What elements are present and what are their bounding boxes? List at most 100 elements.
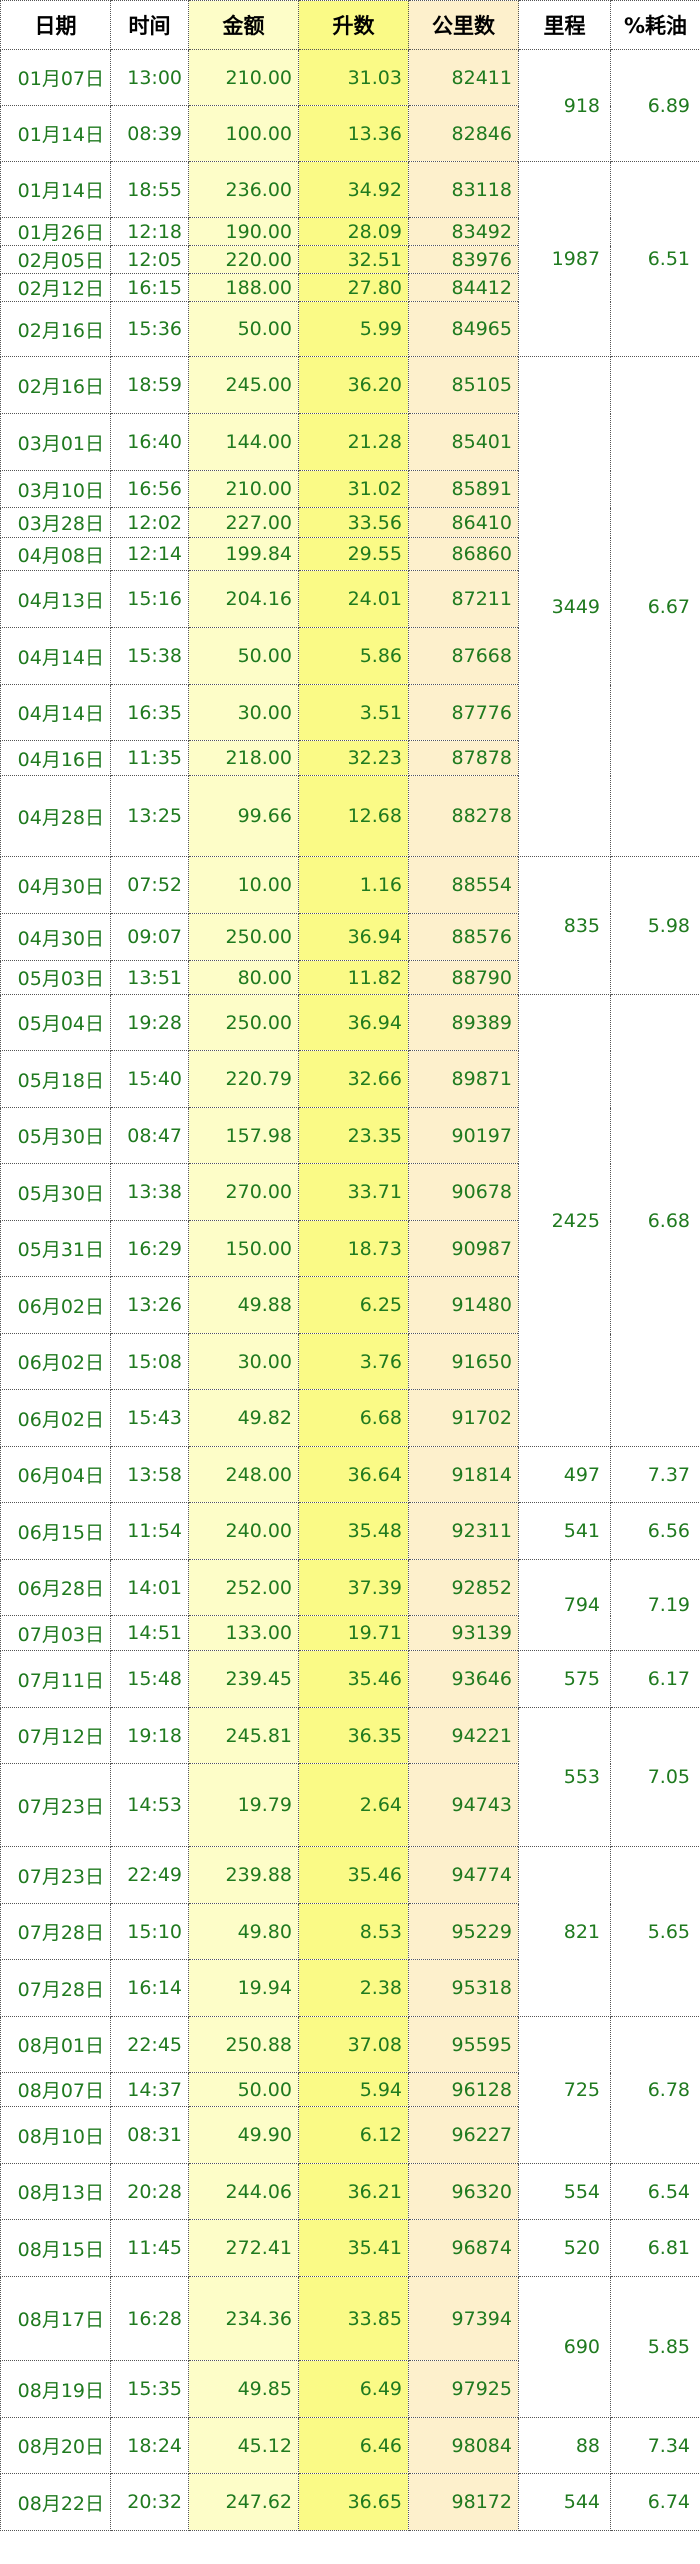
- consumption-cell: 6.68: [610, 994, 700, 1447]
- odometer-cell: 97925: [408, 2360, 519, 2418]
- table-row: 08月15日 11:45 272.41 35.41 96874 520 6.81: [0, 2219, 700, 2277]
- liters-cell: 3.51: [298, 684, 409, 741]
- table-row: 07月12日 19:18 245.81 36.35 94221 553 7.05: [0, 1707, 700, 1847]
- odometer-cell: 91702: [408, 1389, 519, 1447]
- time-cell: 13:58: [110, 1446, 189, 1503]
- header-consumption: %耗油: [610, 0, 700, 50]
- time-cell: 16:15: [110, 273, 189, 302]
- distance-cell: 88: [518, 2417, 611, 2474]
- amount-cell: 50.00: [188, 627, 299, 685]
- odometer-cell: 82846: [408, 105, 519, 162]
- table-row: 06月28日 14:01 252.00 37.39 92852 794 7.19: [0, 1559, 700, 1651]
- odometer-cell: 87668: [408, 627, 519, 685]
- date-cell: 01月07日: [0, 49, 111, 106]
- odometer-cell: 90678: [408, 1163, 519, 1221]
- amount-cell: 272.41: [188, 2219, 299, 2277]
- liters-cell: 8.53: [298, 1903, 409, 1960]
- amount-cell: 239.88: [188, 1846, 299, 1904]
- table-row: 05月04日 19:28 250.00 36.94 89389 2425 6.68: [0, 994, 700, 1447]
- amount-cell: 49.82: [188, 1389, 299, 1447]
- date-cell: 05月30日: [0, 1163, 111, 1221]
- time-cell: 13:00: [110, 49, 189, 106]
- date-cell: 04月14日: [0, 627, 111, 685]
- date-cell: 03月01日: [0, 413, 111, 471]
- amount-cell: 19.94: [188, 1959, 299, 2017]
- time-cell: 18:24: [110, 2417, 189, 2474]
- time-cell: 12:14: [110, 537, 189, 571]
- date-cell: 08月10日: [0, 2106, 111, 2164]
- odometer-cell: 95318: [408, 1959, 519, 2017]
- amount-cell: 190.00: [188, 217, 299, 246]
- liters-cell: 34.92: [298, 161, 409, 218]
- liters-cell: 2.64: [298, 1763, 409, 1847]
- odometer-cell: 98084: [408, 2417, 519, 2474]
- odometer-cell: 96128: [408, 2072, 519, 2107]
- liters-cell: 5.86: [298, 627, 409, 685]
- date-cell: 04月08日: [0, 537, 111, 571]
- liters-cell: 36.94: [298, 913, 409, 961]
- header-distance: 里程: [518, 0, 611, 50]
- date-cell: 05月30日: [0, 1107, 111, 1164]
- amount-cell: 133.00: [188, 1615, 299, 1651]
- date-cell: 01月14日: [0, 105, 111, 162]
- time-cell: 18:55: [110, 161, 189, 218]
- header-odometer: 公里数: [408, 0, 519, 50]
- time-cell: 16:29: [110, 1220, 189, 1277]
- odometer-cell: 83118: [408, 161, 519, 218]
- consumption-cell: 6.81: [610, 2219, 700, 2277]
- odometer-cell: 96874: [408, 2219, 519, 2277]
- odometer-cell: 90987: [408, 1220, 519, 1277]
- time-cell: 18:59: [110, 356, 189, 414]
- liters-cell: 36.20: [298, 356, 409, 414]
- odometer-cell: 85891: [408, 470, 519, 508]
- date-cell: 06月28日: [0, 1559, 111, 1616]
- date-cell: 07月28日: [0, 1903, 111, 1960]
- time-cell: 16:35: [110, 684, 189, 741]
- date-cell: 07月23日: [0, 1763, 111, 1847]
- liters-cell: 36.64: [298, 1446, 409, 1503]
- date-cell: 02月16日: [0, 356, 111, 414]
- table-row: 02月16日 18:59 245.00 36.20 85105 3449 6.67: [0, 356, 700, 857]
- distance-cell: 1987: [518, 161, 611, 357]
- consumption-cell: 6.17: [610, 1650, 700, 1708]
- date-cell: 01月26日: [0, 217, 111, 246]
- liters-cell: 36.65: [298, 2473, 409, 2531]
- date-cell: 06月02日: [0, 1389, 111, 1447]
- time-cell: 09:07: [110, 913, 189, 961]
- consumption-cell: 5.85: [610, 2276, 700, 2418]
- date-cell: 02月12日: [0, 273, 111, 302]
- date-cell: 08月07日: [0, 2072, 111, 2107]
- header-row: 日期 时间 金额 升数 公里数 里程 %耗油: [0, 0, 700, 50]
- odometer-cell: 85105: [408, 356, 519, 414]
- odometer-cell: 94774: [408, 1846, 519, 1904]
- time-cell: 19:18: [110, 1707, 189, 1764]
- liters-cell: 19.71: [298, 1615, 409, 1651]
- liters-cell: 35.48: [298, 1502, 409, 1560]
- time-cell: 12:05: [110, 245, 189, 274]
- time-cell: 08:47: [110, 1107, 189, 1164]
- time-cell: 13:26: [110, 1276, 189, 1334]
- time-cell: 15:38: [110, 627, 189, 685]
- odometer-cell: 96227: [408, 2106, 519, 2164]
- amount-cell: 250.00: [188, 994, 299, 1051]
- amount-cell: 236.00: [188, 161, 299, 218]
- amount-cell: 245.81: [188, 1707, 299, 1764]
- time-cell: 12:18: [110, 217, 189, 246]
- time-cell: 15:35: [110, 2360, 189, 2418]
- table-row: 08月01日 22:45 250.88 37.08 95595 725 6.78: [0, 2016, 700, 2164]
- liters-cell: 24.01: [298, 570, 409, 628]
- time-cell: 15:40: [110, 1050, 189, 1108]
- amount-cell: 80.00: [188, 960, 299, 995]
- liters-cell: 12.68: [298, 775, 409, 857]
- amount-cell: 19.79: [188, 1763, 299, 1847]
- liters-cell: 35.41: [298, 2219, 409, 2277]
- odometer-cell: 94221: [408, 1707, 519, 1764]
- time-cell: 14:51: [110, 1615, 189, 1651]
- amount-cell: 30.00: [188, 684, 299, 741]
- liters-cell: 36.35: [298, 1707, 409, 1764]
- time-cell: 11:54: [110, 1502, 189, 1560]
- odometer-cell: 88576: [408, 913, 519, 961]
- liters-cell: 37.39: [298, 1559, 409, 1616]
- liters-cell: 36.21: [298, 2163, 409, 2220]
- time-cell: 16:40: [110, 413, 189, 471]
